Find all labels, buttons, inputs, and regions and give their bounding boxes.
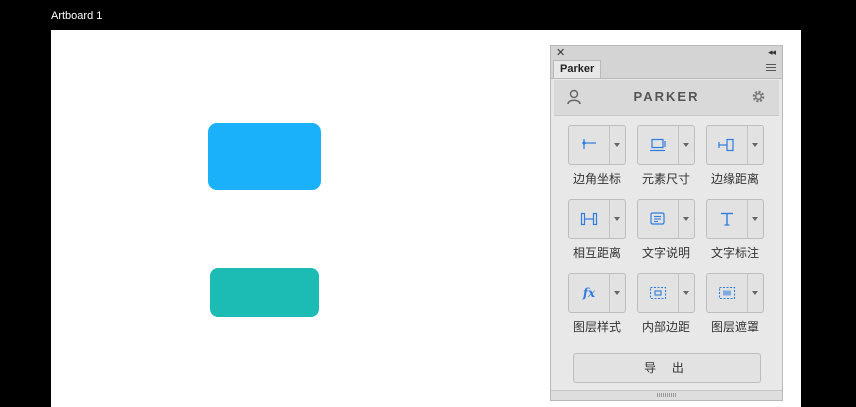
dropdown-arrow-icon[interactable]: [614, 143, 620, 147]
export-button[interactable]: 导 出: [573, 353, 761, 383]
tool-label: 边缘距离: [710, 172, 759, 186]
tool-label: 相互距离: [572, 246, 621, 260]
collapse-icon[interactable]: ◂◂: [768, 46, 776, 60]
tool-label: 边角坐标: [572, 172, 621, 186]
panel-resize-footer[interactable]: [551, 390, 782, 400]
panel-titlebar[interactable]: ✕ ◂◂: [551, 46, 782, 60]
dropdown-arrow-icon[interactable]: [614, 217, 620, 221]
blue-rounded-rectangle[interactable]: [208, 123, 321, 190]
tool-mutual-distance-button[interactable]: [568, 199, 626, 239]
dropdown-arrow-icon[interactable]: [752, 291, 758, 295]
tool-label: 文字标注: [710, 246, 759, 260]
header-title: PARKER: [633, 89, 700, 104]
dropdown-arrow-icon[interactable]: [614, 291, 620, 295]
parker-panel: ✕ ◂◂ Parker PARKER 边角坐标 元素尺寸 边缘距离相互距离 文字说明 文…: [550, 45, 783, 401]
panel-tab-row: Parker: [551, 60, 782, 79]
panel-menu-icon[interactable]: [766, 64, 776, 73]
text-note-icon[interactable]: [638, 200, 678, 238]
parker-header: PARKER: [554, 80, 779, 116]
dropdown-arrow-icon[interactable]: [752, 143, 758, 147]
tool-layer-mask-button[interactable]: [706, 273, 764, 313]
resize-grip-icon[interactable]: [656, 393, 677, 397]
gear-icon[interactable]: [751, 89, 766, 104]
tool-edge-distance-button[interactable]: [706, 125, 764, 165]
tool-label: 图层遮罩: [710, 320, 759, 334]
svg-text:fx: fx: [582, 286, 596, 300]
dropdown-arrow-icon[interactable]: [683, 217, 689, 221]
tool-inner-padding-button[interactable]: [637, 273, 695, 313]
artboard-label: Artboard 1: [51, 10, 103, 22]
close-icon[interactable]: ✕: [556, 46, 565, 60]
inner-padding-icon[interactable]: [638, 274, 678, 312]
tool-text-annotation-button[interactable]: [706, 199, 764, 239]
tool-label: 文字说明: [641, 246, 690, 260]
mutual-distance-icon[interactable]: [569, 200, 609, 238]
tool-label: 内部边距: [641, 320, 690, 334]
layer-mask-icon[interactable]: [707, 274, 747, 312]
tab-parker[interactable]: Parker: [553, 60, 602, 78]
tool-element-size-button[interactable]: [637, 125, 695, 165]
tool-label: 元素尺寸: [641, 172, 690, 186]
tool-text-note-button[interactable]: [637, 199, 695, 239]
tool-label: 图层样式: [572, 320, 621, 334]
tool-layer-style-button[interactable]: fx: [568, 273, 626, 313]
element-size-icon[interactable]: [638, 126, 678, 164]
layer-style-icon[interactable]: fx: [569, 274, 609, 312]
text-annotation-icon[interactable]: [707, 200, 747, 238]
edge-distance-icon[interactable]: [707, 126, 747, 164]
tool-corner-coordinate-button[interactable]: [568, 125, 626, 165]
dropdown-arrow-icon[interactable]: [683, 291, 689, 295]
dropdown-arrow-icon[interactable]: [752, 217, 758, 221]
dropdown-arrow-icon[interactable]: [683, 143, 689, 147]
corner-coordinate-icon[interactable]: [569, 126, 609, 164]
teal-rounded-rectangle[interactable]: [210, 268, 319, 317]
